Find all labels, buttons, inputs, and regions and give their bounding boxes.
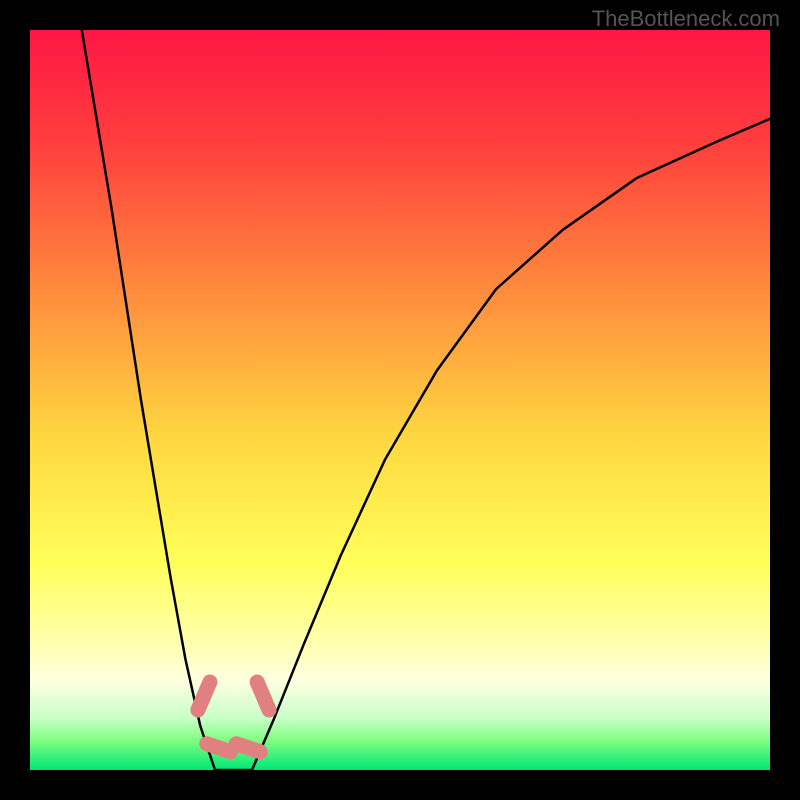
marker-right-lower bbox=[236, 744, 260, 752]
chart-container: TheBottleneck.com bbox=[0, 0, 800, 800]
watermark-text: TheBottleneck.com bbox=[592, 6, 780, 32]
plot-area bbox=[30, 30, 770, 770]
marker-left-lower bbox=[207, 744, 231, 752]
chart-svg bbox=[30, 30, 770, 770]
